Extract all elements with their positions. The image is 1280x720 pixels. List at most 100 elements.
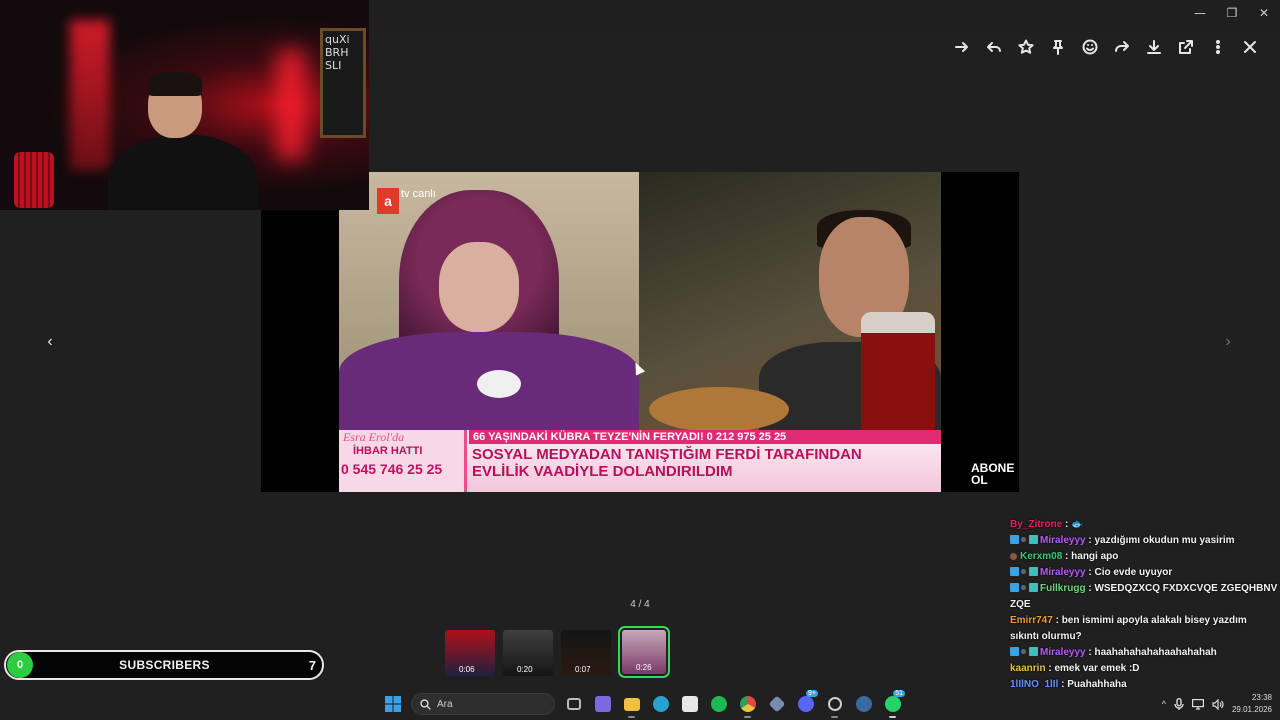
taskbar-clock[interactable]: 23:38 29.01.2026	[1232, 692, 1272, 716]
chat-username[interactable]: Emirr747	[1010, 615, 1053, 626]
chat-message: By_Zitrone : 🐟	[1010, 517, 1278, 533]
star-button[interactable]	[1010, 34, 1042, 60]
chat-text: haahahahahahaahahahah	[1094, 647, 1217, 658]
steam-button[interactable]	[849, 692, 878, 716]
subscriber-goal-widget: 0 SUBSCRIBERS 7	[4, 650, 324, 680]
download-button[interactable]	[1138, 34, 1170, 60]
user-badge-icon	[1010, 553, 1017, 560]
channel-tag: tv canlı	[401, 188, 436, 200]
reply-icon	[987, 42, 1001, 52]
window-titlebar: — ❐ ✕	[369, 0, 1280, 26]
chat-text: 🐟	[1071, 519, 1084, 530]
pin-icon	[1053, 40, 1063, 55]
subscriber-badge-icon	[1029, 535, 1038, 544]
chat-message: Miraleyyy : Cio evde uyuyor	[1010, 565, 1278, 581]
discord-button[interactable]: 9+	[791, 690, 820, 716]
prime-badge-icon	[1010, 583, 1019, 592]
discord-icon	[797, 696, 814, 712]
caption-line-2: EVLİLİK VAADİYLE DOLANDIRILDIM	[472, 463, 733, 480]
subscriber-count: 0	[7, 652, 33, 678]
chat-message: kaanrin : emek var emek :D	[1010, 661, 1278, 677]
running-indicator	[628, 716, 635, 718]
minimize-icon: —	[1194, 6, 1206, 20]
thumbnail-duration: 0:20	[517, 665, 533, 674]
forward-button[interactable]	[946, 34, 978, 60]
file-explorer-button[interactable]	[617, 692, 646, 718]
chat-username[interactable]: Miraleyyy	[1040, 535, 1086, 546]
edge-button[interactable]	[646, 692, 675, 716]
chat-text: emek var emek :D	[1054, 663, 1140, 674]
whatsapp-button[interactable]: 51	[878, 690, 907, 718]
pin-button[interactable]	[1042, 34, 1074, 60]
open-external-icon	[1179, 40, 1193, 54]
chat-username[interactable]: Kerxm08	[1020, 551, 1062, 562]
store-icon	[681, 696, 698, 712]
microphone-icon[interactable]	[1174, 698, 1184, 710]
spotify-button[interactable]	[704, 692, 733, 716]
thumbnail-selected[interactable]: 0:26	[618, 626, 670, 678]
taskbar-search[interactable]: Ara	[411, 693, 555, 715]
system-tray: ^ 23:38 29.01.2026	[1162, 692, 1272, 716]
thumbnail[interactable]: 0:06	[445, 630, 495, 676]
prime-badge-icon	[1010, 647, 1019, 656]
chat-message: Miraleyyy : haahahahahahaahahahah	[1010, 645, 1278, 661]
streamer-hair	[148, 72, 202, 96]
spotify-icon	[710, 696, 727, 712]
media-counter: 4 / 4	[630, 599, 650, 610]
running-indicator	[831, 716, 838, 718]
emoji-button[interactable]	[1074, 34, 1106, 60]
chat-separator: :	[1062, 519, 1072, 530]
whatsapp-icon	[884, 696, 901, 712]
chat-message: Kerxm08 : hangi apo	[1010, 549, 1278, 565]
app-button[interactable]	[762, 692, 791, 716]
chat-message: Fullkrugg : WSEDQZXCQ FXDXCVQE ZGEQHBNV …	[1010, 581, 1278, 613]
chat-username[interactable]: By_Zitrone	[1010, 519, 1062, 530]
tray-overflow-icon[interactable]: ^	[1162, 699, 1166, 709]
prime-badge-icon	[1010, 535, 1019, 544]
caption-brand: Esra Erol'da	[343, 430, 405, 444]
task-view-button[interactable]	[559, 692, 588, 716]
red-lamp	[14, 152, 54, 208]
maximize-button[interactable]: ❐	[1216, 0, 1248, 26]
running-indicator	[889, 716, 896, 718]
search-placeholder: Ara	[437, 698, 453, 710]
subscribe-logo: ABONE OL	[971, 461, 1015, 487]
chat-username[interactable]: Miraleyyy	[1040, 647, 1086, 658]
thumbnail-duration: 0:06	[459, 665, 475, 674]
minimize-button[interactable]: —	[1184, 0, 1216, 26]
store-button[interactable]	[675, 692, 704, 716]
previous-button[interactable]: ‹	[38, 330, 62, 354]
media-viewer-image[interactable]: a tv canlı Esra Erol'da İHBAR HATTI 0 54…	[261, 172, 1019, 492]
app-icon	[768, 695, 785, 713]
clock-date: 29.01.2026	[1231, 705, 1272, 714]
obs-button[interactable]	[820, 692, 849, 718]
chat-username[interactable]: kaanrin	[1010, 663, 1046, 674]
close-viewer-button[interactable]	[1234, 34, 1266, 60]
reply-button[interactable]	[978, 34, 1010, 60]
search-icon	[420, 698, 431, 710]
thumbnail-duration: 0:07	[575, 665, 591, 674]
start-button[interactable]	[378, 692, 407, 716]
user-badge-icon	[1021, 569, 1026, 574]
more-options-button[interactable]	[1202, 34, 1234, 60]
chat-message: Emirr747 : ben ismimi apoyla alakalı bis…	[1010, 613, 1278, 645]
next-button[interactable]: ›	[1216, 330, 1240, 354]
chat-username[interactable]: Fullkrugg	[1040, 583, 1086, 594]
start-icon	[384, 696, 401, 712]
network-icon[interactable]	[1191, 698, 1204, 710]
chrome-button[interactable]	[733, 692, 762, 718]
share-button[interactable]	[1106, 34, 1138, 60]
open-external-button[interactable]	[1170, 34, 1202, 60]
teams-icon	[594, 696, 611, 712]
chat-username[interactable]: Miraleyyy	[1040, 567, 1086, 578]
close-window-button[interactable]: ✕	[1248, 0, 1280, 26]
maximize-icon: ❐	[1226, 6, 1238, 20]
thumbnail[interactable]: 0:07	[561, 630, 611, 676]
teams-button[interactable]	[588, 692, 617, 716]
thumbnail-strip: 0:06 0:20 0:07 0:26	[445, 626, 670, 678]
discord-badge: 9+	[806, 690, 818, 697]
thumbnail-duration: 0:26	[636, 663, 652, 672]
ketchup-bottle	[861, 312, 935, 430]
volume-icon[interactable]	[1212, 698, 1224, 710]
thumbnail[interactable]: 0:20	[503, 630, 553, 676]
